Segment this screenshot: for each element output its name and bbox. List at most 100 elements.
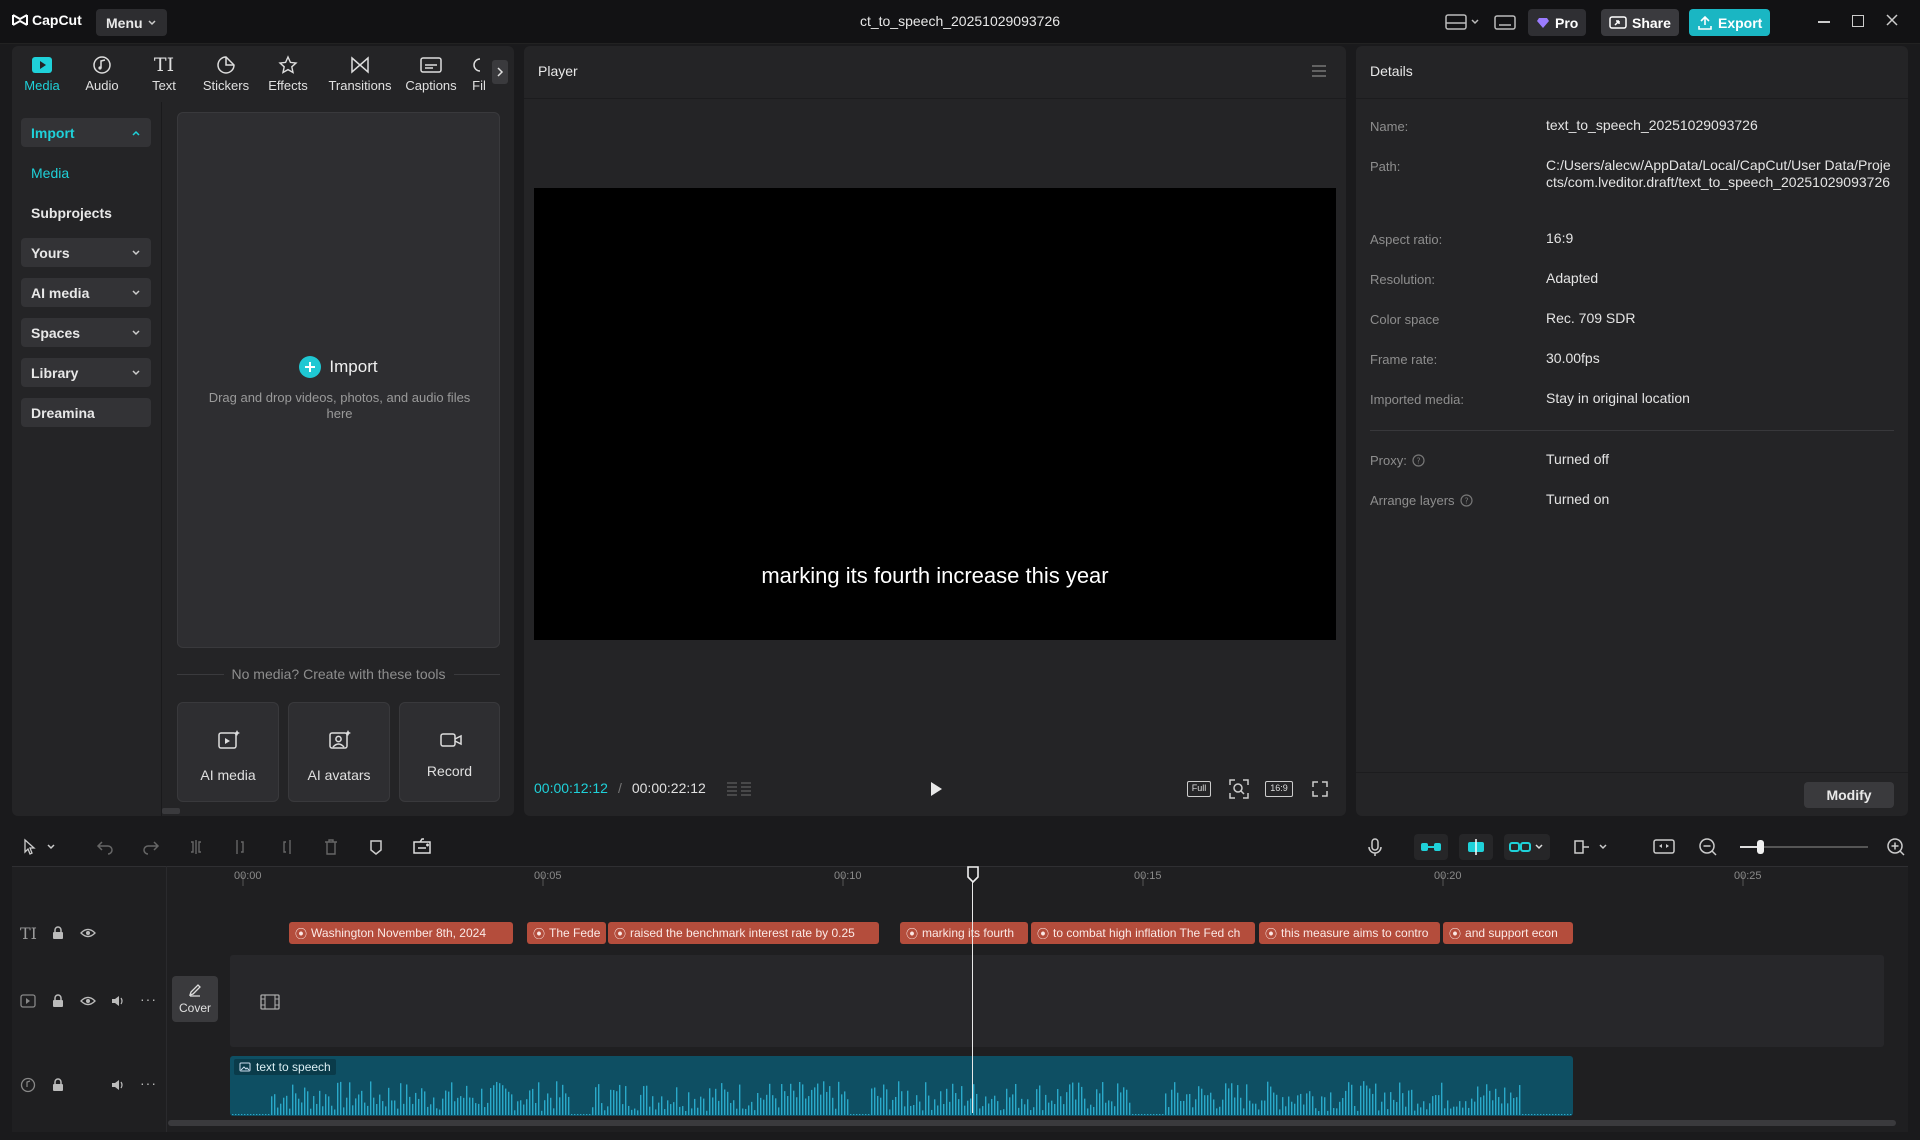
main-track-magnet-button[interactable]: [1414, 834, 1448, 860]
redo-icon[interactable]: [142, 838, 160, 856]
zoom-fit-icon[interactable]: [1228, 778, 1250, 800]
tab-captions[interactable]: Captions: [398, 52, 464, 93]
zoom-slider[interactable]: [1740, 840, 1868, 854]
captions-icon: [420, 57, 442, 73]
caption-clip[interactable]: ⦿ and support econ: [1443, 922, 1573, 944]
time-ruler[interactable]: [227, 866, 1907, 886]
sidebar-item-media[interactable]: Media: [21, 158, 151, 187]
fullscreen-icon[interactable]: [1311, 780, 1329, 798]
modify-button[interactable]: Modify: [1804, 782, 1894, 808]
video-preview[interactable]: marking its fourth increase this year: [534, 188, 1336, 640]
document-title: ct_to_speech_20251029093726: [859, 13, 1061, 29]
detail-arrange-value: Turned on: [1546, 491, 1610, 507]
diamond-icon: [1537, 17, 1549, 28]
lock-icon[interactable]: [51, 1078, 65, 1092]
tab-text[interactable]: TI Text: [134, 52, 194, 93]
split-right-icon[interactable]: [277, 838, 295, 856]
zoom-slider-handle[interactable]: [1757, 840, 1764, 854]
caption-clip[interactable]: ⦿ to combat high inflation The Fed ch: [1031, 922, 1255, 944]
import-dropzone[interactable]: Import Drag and drop videos, photos, and…: [177, 112, 500, 648]
aspect-ratio-button[interactable]: 16:9: [1265, 781, 1293, 797]
tab-stickers[interactable]: Stickers: [196, 52, 256, 93]
tab-effects[interactable]: Effects: [258, 52, 318, 93]
tab-transitions[interactable]: Transitions: [324, 52, 396, 93]
tab-media[interactable]: Media: [12, 52, 72, 93]
timecode: 00:00:12:12 / 00:00:22:12: [534, 780, 706, 796]
zoom-out-icon[interactable]: [1698, 837, 1718, 857]
more-options-icon[interactable]: ···: [140, 991, 157, 1007]
hamburger-menu-icon[interactable]: [1310, 64, 1328, 78]
share-button[interactable]: Share: [1601, 9, 1679, 36]
tab-audio[interactable]: Audio: [72, 52, 132, 93]
caption-clip[interactable]: ⦿ raised the benchmark interest rate by 0…: [608, 922, 879, 944]
record-tool-button[interactable]: Record: [399, 702, 500, 802]
caption-clip[interactable]: ⦿ Washington November 8th, 2024: [289, 922, 513, 944]
audio-clip[interactable]: text to speech: [230, 1056, 1573, 1116]
select-tool-icon[interactable]: [22, 838, 60, 856]
delete-icon[interactable]: [322, 838, 340, 856]
playhead-handle[interactable]: [966, 866, 980, 884]
play-icon[interactable]: [928, 780, 944, 798]
sidebar-item-label: Import: [31, 124, 75, 141]
full-quality-button[interactable]: Full: [1187, 781, 1211, 797]
add-caption-icon[interactable]: [412, 837, 432, 855]
sidebar-item-spaces[interactable]: Spaces: [21, 318, 151, 347]
sidebar-item-dreamina[interactable]: Dreamina: [21, 398, 151, 427]
import-title: Import: [329, 357, 378, 376]
maximize-icon[interactable]: [1852, 15, 1864, 27]
player-panel: Player marking its fourth increase this …: [524, 46, 1346, 816]
layout-icon[interactable]: [1444, 12, 1484, 32]
more-options-icon[interactable]: ···: [140, 1075, 157, 1091]
tools-divider: No media? Create with these tools: [177, 666, 500, 682]
keyboard-icon[interactable]: [1494, 12, 1516, 32]
tab-filters[interactable]: Fil: [464, 52, 494, 93]
audio-waveform: [232, 1081, 1572, 1115]
caption-clip[interactable]: ⦿ The Fede: [527, 922, 606, 944]
main-video-track[interactable]: [230, 955, 1884, 1047]
sidebar-item-label: Yours: [31, 244, 70, 261]
linkage-button[interactable]: [1504, 834, 1550, 860]
ai-media-tool-button[interactable]: AI media: [177, 702, 279, 802]
speaker-icon[interactable]: [110, 994, 126, 1008]
sidebar-item-subprojects[interactable]: Subprojects: [21, 198, 151, 227]
caption-clip[interactable]: ⦿ this measure aims to contro: [1259, 922, 1440, 944]
sidebar-item-label: AI media: [31, 284, 90, 301]
lock-icon[interactable]: [51, 994, 65, 1008]
speaker-icon[interactable]: [110, 1078, 126, 1092]
tabs-scroll-right-button[interactable]: [492, 60, 508, 84]
tab-text-label: Text: [152, 78, 176, 93]
export-label: Export: [1718, 14, 1763, 31]
auto-snap-button[interactable]: [1459, 834, 1493, 860]
detail-path-label: Path:: [1370, 159, 1401, 174]
eye-icon[interactable]: [80, 927, 96, 939]
share-label: Share: [1632, 14, 1671, 31]
split-icon[interactable]: [187, 838, 205, 856]
eye-icon[interactable]: [80, 995, 96, 1007]
marker-icon[interactable]: [367, 838, 385, 856]
close-icon[interactable]: [1884, 12, 1900, 28]
caption-clip[interactable]: ⦿ marking its fourth: [900, 922, 1028, 944]
preview-axis-icon[interactable]: [1572, 837, 1612, 857]
lock-icon[interactable]: [51, 926, 65, 940]
menu-button[interactable]: Menu: [96, 9, 167, 36]
export-button[interactable]: Export: [1689, 9, 1771, 36]
ai-avatars-tool-button[interactable]: AI avatars: [288, 702, 390, 802]
details-divider: [1370, 430, 1894, 431]
sidebar-item-import[interactable]: Import: [21, 118, 151, 147]
timeline-scrollbar[interactable]: [168, 1120, 1896, 1126]
panel-scrollbar[interactable]: [162, 808, 180, 814]
menu-label: Menu: [106, 14, 143, 31]
zoom-in-icon[interactable]: [1886, 837, 1906, 857]
pro-button[interactable]: Pro: [1528, 9, 1587, 36]
sidebar-item-ai-media[interactable]: AI media: [21, 278, 151, 307]
fit-timeline-icon[interactable]: [1652, 837, 1676, 857]
cover-button[interactable]: Cover: [172, 976, 218, 1022]
undo-icon[interactable]: [96, 838, 114, 856]
microphone-icon[interactable]: [1367, 837, 1383, 857]
timecode-grid-icon[interactable]: [725, 780, 753, 798]
chevron-down-icon: [132, 249, 140, 255]
minimize-icon[interactable]: [1818, 21, 1830, 23]
sidebar-item-library[interactable]: Library: [21, 358, 151, 387]
sidebar-item-yours[interactable]: Yours: [21, 238, 151, 267]
split-left-icon[interactable]: [232, 838, 250, 856]
